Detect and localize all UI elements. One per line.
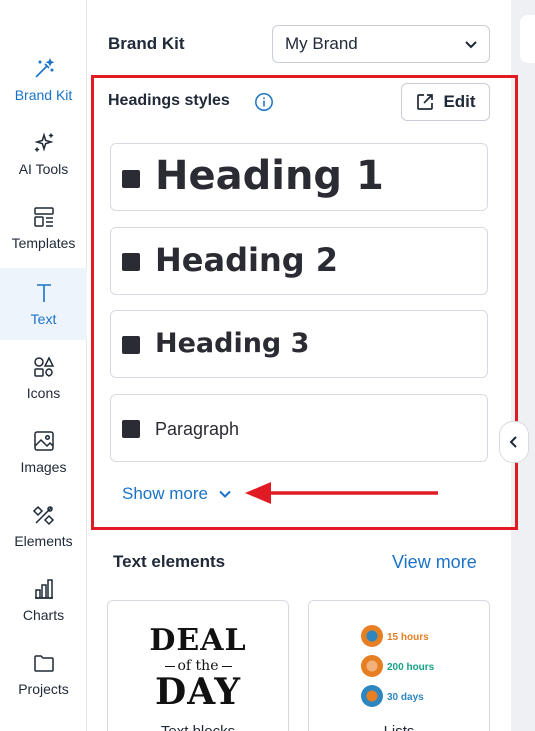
color-swatch (122, 253, 140, 271)
rail-label-projects: Projects (18, 681, 69, 697)
rail-item-icons[interactable]: Icons (0, 342, 87, 414)
rail-item-text[interactable]: Text (0, 268, 87, 340)
elements-icon (32, 505, 54, 526)
canvas-card-edge (520, 15, 535, 63)
folder-icon (33, 655, 54, 672)
list-item-text: 15 hours (387, 632, 429, 643)
sparkles-icon (33, 132, 54, 152)
divider (164, 665, 175, 667)
collapse-panel-button[interactable] (499, 421, 529, 463)
annotation-arrow (245, 482, 438, 504)
list-circle-icon (361, 655, 383, 677)
headings-styles-title: Headings styles (108, 92, 230, 109)
rail-label-icons: Icons (26, 385, 61, 401)
heading-3-sample: Heading 3 (155, 328, 310, 359)
rail-label-text: Text (30, 311, 57, 327)
color-swatch (122, 170, 140, 188)
text-elements-title: Text elements (113, 552, 226, 571)
text-blocks-thumbnail[interactable]: DEAL of the DAY Text blocks (107, 600, 289, 731)
chevron-left-icon (509, 436, 517, 448)
paragraph-style-card[interactable]: Paragraph (110, 394, 488, 462)
rail-label-elements: Elements (14, 533, 73, 549)
show-more-label: Show more (122, 484, 208, 503)
text-icon (36, 284, 51, 302)
heading-2-style-card[interactable]: Heading 2 (110, 227, 488, 295)
brand-select[interactable]: My Brand (272, 25, 490, 63)
rail-item-charts[interactable]: Charts (0, 564, 87, 636)
divider (221, 665, 232, 667)
shapes-icon (33, 356, 54, 377)
list-circle-icon (361, 625, 383, 647)
rail-item-brand-kit[interactable]: Brand Kit (0, 44, 87, 116)
list-item-text: 30 days (387, 692, 424, 703)
paragraph-sample: Paragraph (155, 419, 240, 439)
rail-label-charts: Charts (22, 607, 65, 623)
edit-external-icon (417, 94, 434, 110)
heading-3-style-card[interactable]: Heading 3 (110, 310, 488, 378)
heading-1-sample: Heading 1 (155, 153, 384, 199)
deal-line-3: DAY (154, 671, 242, 713)
image-icon (33, 431, 54, 451)
lists-thumbnail[interactable]: 15 hours 200 hours 30 days Lists (308, 600, 490, 731)
heading-2-sample: Heading 2 (155, 241, 339, 279)
magic-wand-icon (34, 58, 54, 78)
edit-button[interactable]: Edit (401, 83, 490, 121)
rail-label-brand-kit: Brand Kit (14, 87, 73, 103)
left-rail: Brand Kit AI Tools Templates Text Icons (0, 0, 87, 731)
color-swatch (122, 420, 140, 438)
list-item-text: 200 hours (387, 662, 435, 673)
rail-label-images: Images (20, 459, 67, 475)
color-swatch (122, 336, 140, 354)
list-item: 30 days (361, 685, 424, 707)
chevron-down-icon (465, 41, 477, 49)
rail-item-images[interactable]: Images (0, 416, 87, 488)
rail-item-ai-tools[interactable]: AI Tools (0, 118, 87, 190)
heading-1-style-card[interactable]: Heading 1 (110, 143, 488, 211)
lists-caption: Lists (309, 723, 489, 731)
brand-select-value: My Brand (285, 34, 358, 53)
text-blocks-caption: Text blocks (108, 723, 288, 731)
brand-kit-title: Brand Kit (108, 34, 185, 53)
list-item: 200 hours (361, 655, 434, 677)
rail-item-projects[interactable]: Projects (0, 638, 87, 710)
templates-icon (33, 207, 54, 227)
rail-item-elements[interactable]: Elements (0, 490, 87, 562)
rail-label-ai-tools: AI Tools (18, 161, 69, 177)
show-more-link[interactable]: Show more (122, 484, 232, 504)
info-icon[interactable] (254, 92, 274, 112)
rail-label-templates: Templates (11, 235, 76, 251)
edit-button-label: Edit (443, 92, 476, 111)
deal-line-1: DEAL (149, 623, 247, 658)
bar-chart-icon (34, 579, 53, 599)
rail-item-templates[interactable]: Templates (0, 192, 87, 264)
list-circle-icon (361, 685, 383, 707)
view-more-link[interactable]: View more (392, 552, 477, 573)
chevron-down-icon (219, 490, 231, 498)
list-item: 15 hours (361, 625, 429, 647)
